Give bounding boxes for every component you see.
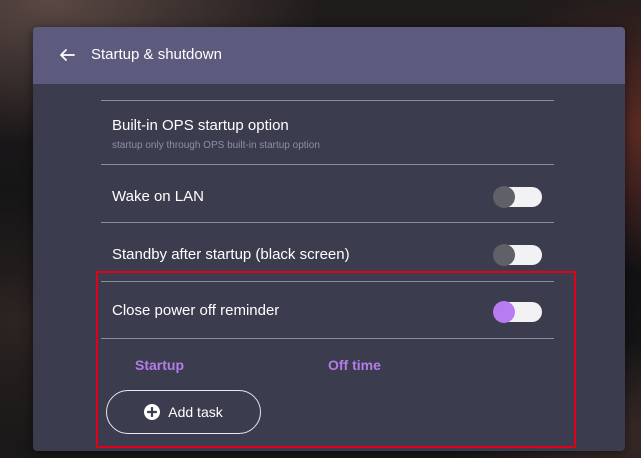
standby-after-startup-toggle[interactable] <box>493 244 542 266</box>
setting-label: Built-in OPS startup option <box>112 117 289 134</box>
panel-header: Startup & shutdown <box>33 27 625 84</box>
column-header-startup: Startup <box>135 357 184 373</box>
toggle-knob <box>493 186 515 208</box>
divider <box>101 164 554 165</box>
divider <box>101 281 554 282</box>
plus-circle-icon <box>144 404 161 420</box>
toggle-knob <box>493 301 515 323</box>
add-task-button[interactable]: Add task <box>106 390 261 434</box>
arrow-left-icon[interactable] <box>59 47 75 63</box>
close-power-off-reminder-toggle[interactable] <box>493 301 542 323</box>
settings-panel: Startup & shutdown Built-in OPS startup … <box>33 27 625 451</box>
setting-label: Standby after startup (black screen) <box>112 246 350 263</box>
setting-label: Close power off reminder <box>112 302 280 319</box>
wake-on-lan-toggle[interactable] <box>493 186 542 208</box>
setting-subtitle: startup only through OPS built-in startu… <box>112 140 320 151</box>
divider <box>101 100 554 101</box>
divider <box>101 222 554 223</box>
divider <box>101 338 554 339</box>
column-header-off-time: Off time <box>328 357 381 373</box>
toggle-knob <box>493 244 515 266</box>
setting-label: Wake on LAN <box>112 188 204 205</box>
add-task-label: Add task <box>168 404 223 420</box>
page-title: Startup & shutdown <box>91 46 222 63</box>
